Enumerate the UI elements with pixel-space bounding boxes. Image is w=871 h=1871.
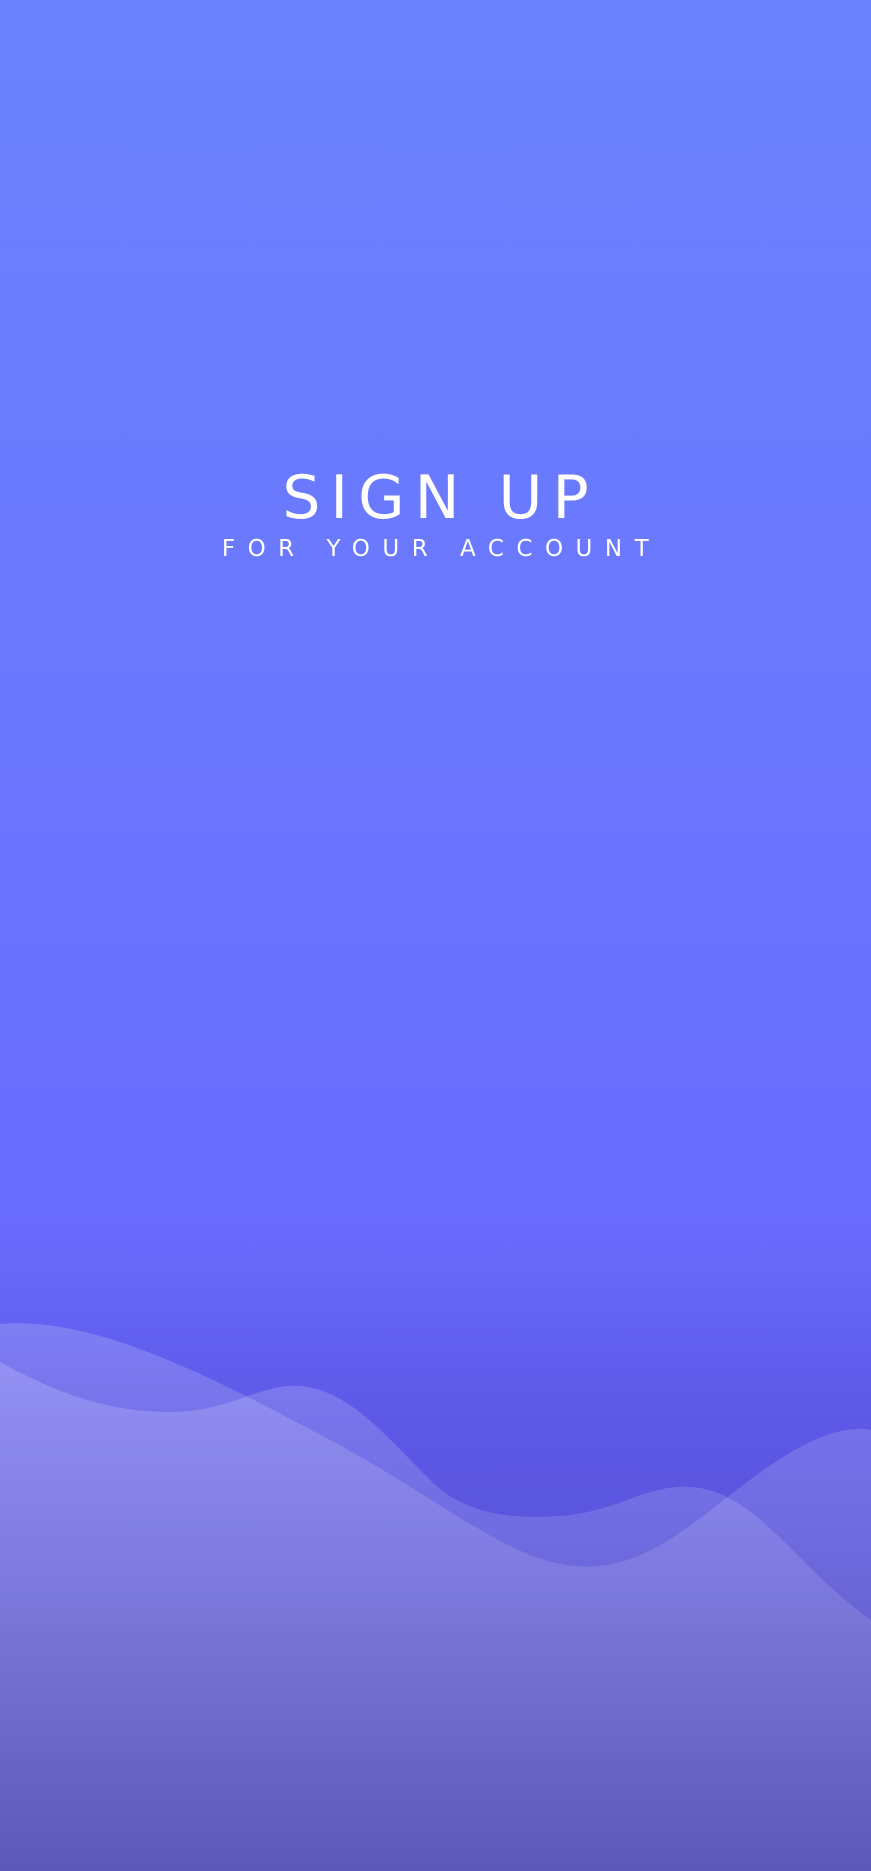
header-block: SIGN UP FOR YOUR ACCOUNT (0, 462, 871, 564)
page-title: SIGN UP (282, 463, 599, 533)
background-waves (0, 1323, 871, 1871)
signup-screen: SIGN UP FOR YOUR ACCOUNT (0, 0, 871, 1871)
page-subtitle: FOR YOUR ACCOUNT (221, 536, 662, 562)
wave-front (0, 1323, 871, 1871)
